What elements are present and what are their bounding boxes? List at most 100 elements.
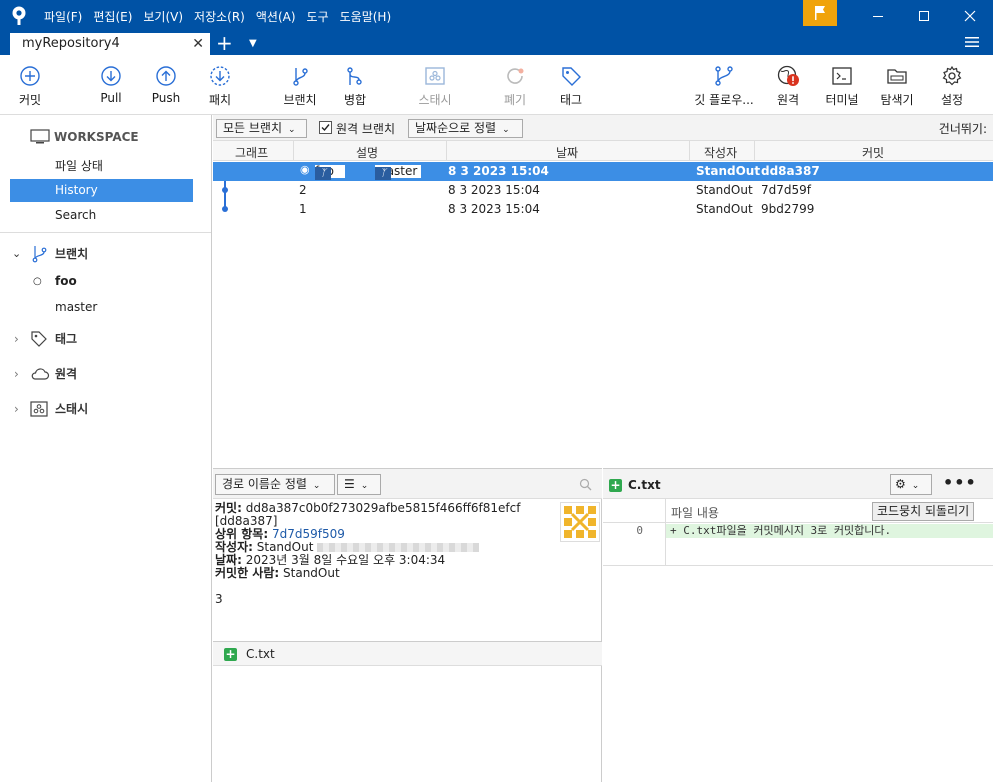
tag-button[interactable]: 태그	[556, 65, 586, 113]
menu-tools[interactable]: 도구	[307, 8, 329, 25]
revert-hunk-button[interactable]: 코드뭉치 되돌리기	[872, 502, 975, 521]
changed-file-row[interactable]: + C.txt	[213, 641, 602, 666]
branch-button[interactable]: 브랜치	[280, 65, 320, 113]
commit-button[interactable]: 커밋	[14, 65, 46, 113]
patch-button[interactable]: 패치	[204, 65, 236, 113]
flag-button[interactable]	[803, 0, 837, 26]
branches-label: 브랜치	[55, 247, 89, 261]
minimize-button[interactable]	[855, 0, 901, 31]
gitflow-icon	[715, 66, 733, 86]
remote-branches-label: 원격 브랜치	[336, 122, 396, 136]
identicon-icon	[564, 506, 596, 538]
menu-edit[interactable]: 편집(E)	[93, 8, 132, 25]
row-author: StandOut	[696, 183, 753, 197]
sidebar-item-label: History	[55, 183, 98, 197]
menu-file[interactable]: 파일(F)	[44, 8, 82, 25]
hunk-label: 파일 내용	[671, 506, 719, 520]
table-row[interactable]: 1 8 3 2023 15:04 StandOut 9bd2799	[213, 200, 993, 219]
pull-button[interactable]: Pull	[94, 65, 128, 113]
patch-label: 패치	[208, 93, 232, 107]
sidebar-item-file-status[interactable]: 파일 상태	[10, 155, 193, 178]
chevron-down-icon[interactable]: ⌄	[12, 242, 21, 266]
chevron-down-icon: ⌄	[502, 125, 510, 135]
diff-file-name: C.txt	[628, 478, 661, 492]
tag-label: 태그	[559, 93, 583, 107]
column-header-description[interactable]: 설명	[356, 144, 378, 161]
discard-label: 폐기	[503, 93, 527, 107]
discard-button[interactable]: 폐기	[500, 65, 530, 113]
commit-label: 커밋	[18, 93, 42, 107]
sort-order-dropdown[interactable]: 날짜순으로 정렬 ⌄	[408, 119, 523, 138]
gitflow-button[interactable]: 깃 플로우...	[690, 65, 758, 113]
stash-button[interactable]: 스태시	[414, 65, 456, 113]
menu-view[interactable]: 보기(V)	[143, 8, 183, 25]
sidebar-item-label: 파일 상태	[55, 159, 103, 173]
sidebar-stashes-header[interactable]: › 스태시	[0, 397, 200, 421]
toolbar: 커밋 Pull Push 패치 브랜치 병합 스태시 폐기 태그 깃 플로우..…	[0, 55, 993, 115]
tab-close-icon[interactable]: ✕	[192, 33, 204, 55]
hamburger-menu-icon[interactable]	[965, 35, 979, 49]
diff-line-text: + C.txt파일을 커밋메시지 3로 커밋합니다.	[670, 524, 892, 537]
remote-button[interactable]: 원격	[772, 65, 804, 113]
maximize-button[interactable]	[901, 0, 947, 31]
chevron-right-icon[interactable]: ›	[14, 362, 19, 386]
explorer-button[interactable]: 탐색기	[876, 65, 918, 113]
table-row[interactable]: ◉ ᛉ foo ᛉ master 8 3 2023 15:04 StandOut…	[213, 162, 993, 181]
diff-panel: + C.txt ⚙ ⌄ ••• 파일 내용 코드뭉치 되돌리기 0 + C.txt…	[603, 468, 993, 782]
chevron-right-icon[interactable]: ›	[14, 397, 19, 421]
minimize-icon	[873, 15, 883, 17]
chevron-right-icon[interactable]: ›	[14, 327, 19, 351]
sidebar-tags-header[interactable]: › 태그	[0, 327, 200, 351]
settings-button[interactable]: 설정	[936, 65, 968, 113]
branch-filter-dropdown[interactable]: 모든 브랜치 ⌄	[216, 119, 307, 138]
merge-button[interactable]: 병합	[340, 65, 370, 113]
cloud-icon	[31, 368, 50, 380]
tab-list-chevron-icon[interactable]: ▼	[249, 31, 257, 57]
push-button[interactable]: Push	[148, 65, 184, 113]
menu-repository[interactable]: 저장소(R)	[194, 8, 245, 25]
committer-name: StandOut	[283, 566, 340, 580]
sidebar-item-branch-master[interactable]: master	[10, 296, 193, 319]
search-icon[interactable]	[579, 478, 592, 491]
more-options-icon[interactable]: •••	[943, 473, 977, 492]
terminal-label: 터미널	[825, 93, 859, 107]
diff-options-dropdown[interactable]: ⚙ ⌄	[890, 474, 932, 495]
table-row[interactable]: 2 8 3 2023 15:04 StandOut 7d7d59f	[213, 181, 993, 200]
tab-title: myRepository4	[22, 36, 120, 51]
gitflow-label: 깃 플로우...	[694, 93, 754, 107]
diff-added-line: + C.txt파일을 커밋메시지 3로 커밋합니다.	[666, 524, 993, 538]
commit-hash: dd8a387c0b0f273029afbe5815f466ff6f81efcf	[245, 501, 521, 515]
sidebar-divider	[0, 232, 211, 233]
sidebar-branches-header[interactable]: ⌄ 브랜치	[0, 242, 200, 266]
tab-bar: myRepository4 ✕ + ▼	[0, 31, 993, 55]
sidebar-item-history[interactable]: History	[10, 179, 193, 202]
commit-details-panel: 경로 이름순 정렬 ⌄ ☰ ⌄ 커밋: dd8a387c0b0f273029afbe…	[213, 468, 602, 782]
column-header-date[interactable]: 날짜	[556, 144, 578, 161]
new-tab-icon[interactable]: +	[216, 31, 233, 55]
branch-icon: ᛉ	[315, 167, 331, 180]
file-sort-dropdown[interactable]: 경로 이름순 정렬 ⌄	[215, 474, 335, 495]
close-window-button[interactable]	[947, 0, 993, 31]
stashes-label: 스태시	[55, 402, 89, 416]
tab-repository[interactable]: myRepository4 ✕	[10, 33, 210, 55]
branch-icon	[32, 246, 47, 263]
details-toolbar: 경로 이름순 정렬 ⌄ ☰ ⌄	[213, 469, 602, 499]
stash-label: 스태시	[418, 93, 452, 107]
column-header-commit[interactable]: 커밋	[862, 144, 884, 161]
remote-branches-checkbox[interactable]	[319, 121, 332, 134]
menu-help[interactable]: 도움말(H)	[340, 8, 392, 25]
chevron-down-icon: ⌄	[911, 481, 920, 491]
view-mode-dropdown[interactable]: ☰ ⌄	[337, 474, 381, 495]
sidebar-item-search[interactable]: Search	[10, 204, 193, 227]
sidebar-remotes-header[interactable]: › 원격	[0, 362, 200, 386]
parent-hash-link[interactable]: 7d7d59f509	[272, 527, 345, 541]
sidebar-item-branch-foo[interactable]: ○ foo	[10, 270, 193, 293]
stash-icon	[30, 401, 48, 417]
column-header-author[interactable]: 작성자	[704, 144, 737, 161]
diff-end-divider	[603, 565, 993, 566]
sidebar-item-label: foo	[55, 274, 77, 288]
parent-label: 상위 항목:	[215, 527, 269, 541]
menu-actions[interactable]: 액션(A)	[256, 8, 296, 25]
column-header-graph[interactable]: 그래프	[235, 144, 268, 161]
terminal-button[interactable]: 터미널	[822, 65, 862, 113]
